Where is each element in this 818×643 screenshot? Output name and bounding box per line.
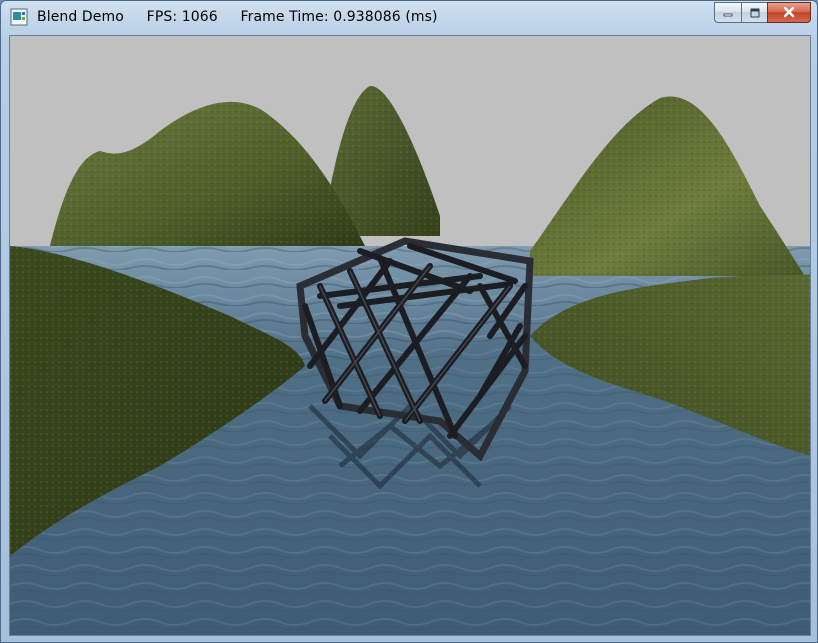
window-controls (714, 2, 811, 23)
window-app-icon[interactable] (10, 8, 28, 26)
scene-render (10, 36, 810, 635)
window-title: Blend Demo FPS: 1066 Frame Time: 0.93808… (37, 9, 438, 25)
close-icon (782, 3, 796, 22)
minimize-button[interactable] (714, 2, 741, 23)
maximize-icon (749, 3, 761, 22)
render-viewport[interactable] (9, 35, 811, 636)
title-bar[interactable]: Blend Demo FPS: 1066 Frame Time: 0.93808… (1, 1, 817, 35)
app-window: Blend Demo FPS: 1066 Frame Time: 0.93808… (0, 0, 818, 643)
maximize-button[interactable] (741, 2, 767, 23)
close-button[interactable] (767, 2, 811, 23)
minimize-icon (722, 3, 734, 22)
